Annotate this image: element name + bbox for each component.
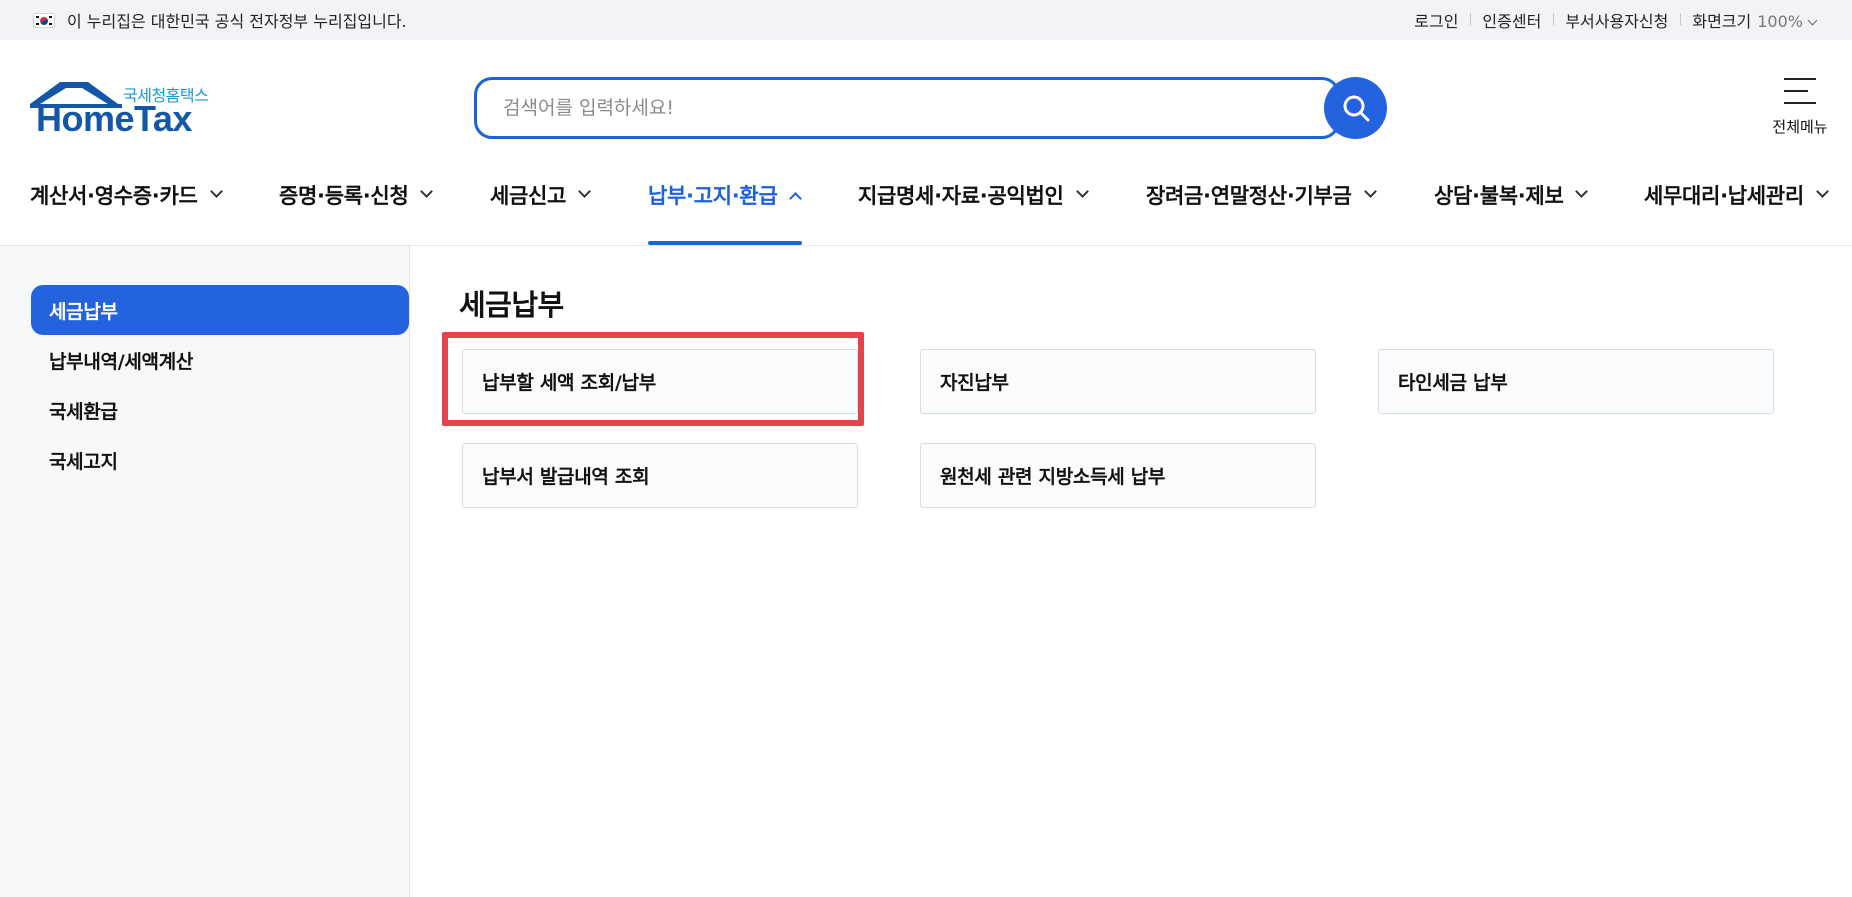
search-button[interactable] <box>1324 77 1387 139</box>
gnb-item-tax-filing[interactable]: 세금신고 <box>490 180 591 210</box>
chevron-down-icon <box>578 184 591 198</box>
gnb-item-label: 세무대리·납세관리 <box>1644 184 1804 208</box>
gnb-item-label: 증명·등록·신청 <box>279 184 409 208</box>
card-tax-inquiry-payment[interactable]: 납부할 세액 조회/납부 <box>462 349 858 414</box>
sidebar-item-refund[interactable]: 국세환급 <box>31 385 409 435</box>
all-menu-label: 전체메뉴 <box>1772 118 1828 136</box>
gnb-item-label: 계산서·영수증·카드 <box>30 184 198 208</box>
page-title: 세금납부 <box>459 288 564 322</box>
chevron-down-icon <box>1807 15 1818 26</box>
side-nav: 세금납부 납부내역/세액계산 국세환급 국세고지 <box>0 246 410 897</box>
search-box <box>474 77 1340 139</box>
gnb-item-consulting[interactable]: 상담·불복·제보 <box>1434 180 1589 210</box>
sidebar-item-payment-history[interactable]: 납부내역/세액계산 <box>31 335 409 385</box>
gov-notice: 이 누리집은 대한민국 공식 전자정부 누리집입니다. <box>33 0 407 40</box>
sidebar-item-notice[interactable]: 국세고지 <box>31 435 409 485</box>
chevron-down-icon <box>1075 184 1089 198</box>
gnb-item-tax-agent[interactable]: 세무대리·납세관리 <box>1644 180 1829 210</box>
hamburger-icon <box>1784 78 1816 104</box>
login-link[interactable]: 로그인 <box>1402 8 1470 32</box>
gnb-item-label: 상담·불복·제보 <box>1434 184 1564 208</box>
active-tab-indicator <box>648 241 802 245</box>
gnb-item-label: 납부·고지·환급 <box>648 184 778 208</box>
gov-notice-text: 이 누리집은 대한민국 공식 전자정부 누리집입니다. <box>67 12 407 31</box>
search-icon <box>1343 95 1369 122</box>
card-local-income-tax[interactable]: 원천세 관련 지방소득세 납부 <box>920 443 1316 508</box>
chevron-up-icon <box>789 191 803 205</box>
gnb-item-certificate[interactable]: 증명·등록·신청 <box>279 180 434 210</box>
gov-banner: 이 누리집은 대한민국 공식 전자정부 누리집입니다. 로그인 인증센터 부서사… <box>0 0 1852 40</box>
gnb-item-payment[interactable]: 납부·고지·환급 <box>648 180 803 210</box>
gnb-item-label: 세금신고 <box>490 184 567 208</box>
global-nav: 계산서·영수증·카드 증명·등록·신청 세금신고 납부·고지·환급 지급명세·자… <box>0 170 1852 246</box>
utility-links: 로그인 인증센터 부서사용자신청 화면크기 100% <box>1402 0 1828 40</box>
logo-title: HomeTax <box>36 98 192 139</box>
zoom-control[interactable]: 화면크기 100% <box>1680 8 1828 32</box>
chevron-down-icon <box>1575 184 1589 198</box>
gnb-item-label: 지급명세·자료·공익법인 <box>858 184 1064 208</box>
all-menu-button[interactable]: 전체메뉴 <box>1765 78 1835 137</box>
dept-user-link[interactable]: 부서사용자신청 <box>1553 8 1680 32</box>
hometax-logo[interactable]: 국세청홈택스 HomeTax <box>30 78 220 140</box>
gnb-item-incentives[interactable]: 장려금·연말정산·기부금 <box>1146 180 1377 210</box>
chevron-down-icon <box>420 184 434 198</box>
card-other-tax-payment[interactable]: 타인세금 납부 <box>1378 349 1774 414</box>
zoom-value: 100% <box>1757 12 1803 31</box>
cert-center-link[interactable]: 인증센터 <box>1470 8 1553 32</box>
gnb-item-invoice[interactable]: 계산서·영수증·카드 <box>30 180 223 210</box>
chevron-down-icon <box>209 184 223 198</box>
chevron-down-icon <box>1363 184 1377 198</box>
card-self-payment[interactable]: 자진납부 <box>920 349 1316 414</box>
gnb-item-statements[interactable]: 지급명세·자료·공익법인 <box>858 180 1089 210</box>
zoom-label: 화면크기 <box>1692 12 1752 31</box>
search-input[interactable] <box>503 94 1263 122</box>
korea-flag-icon <box>33 12 55 28</box>
gnb-item-label: 장려금·연말정산·기부금 <box>1146 184 1352 208</box>
card-bill-history[interactable]: 납부서 발급내역 조회 <box>462 443 858 508</box>
sidebar-item-tax-payment[interactable]: 세금납부 <box>31 285 409 335</box>
chevron-down-icon <box>1815 184 1829 198</box>
